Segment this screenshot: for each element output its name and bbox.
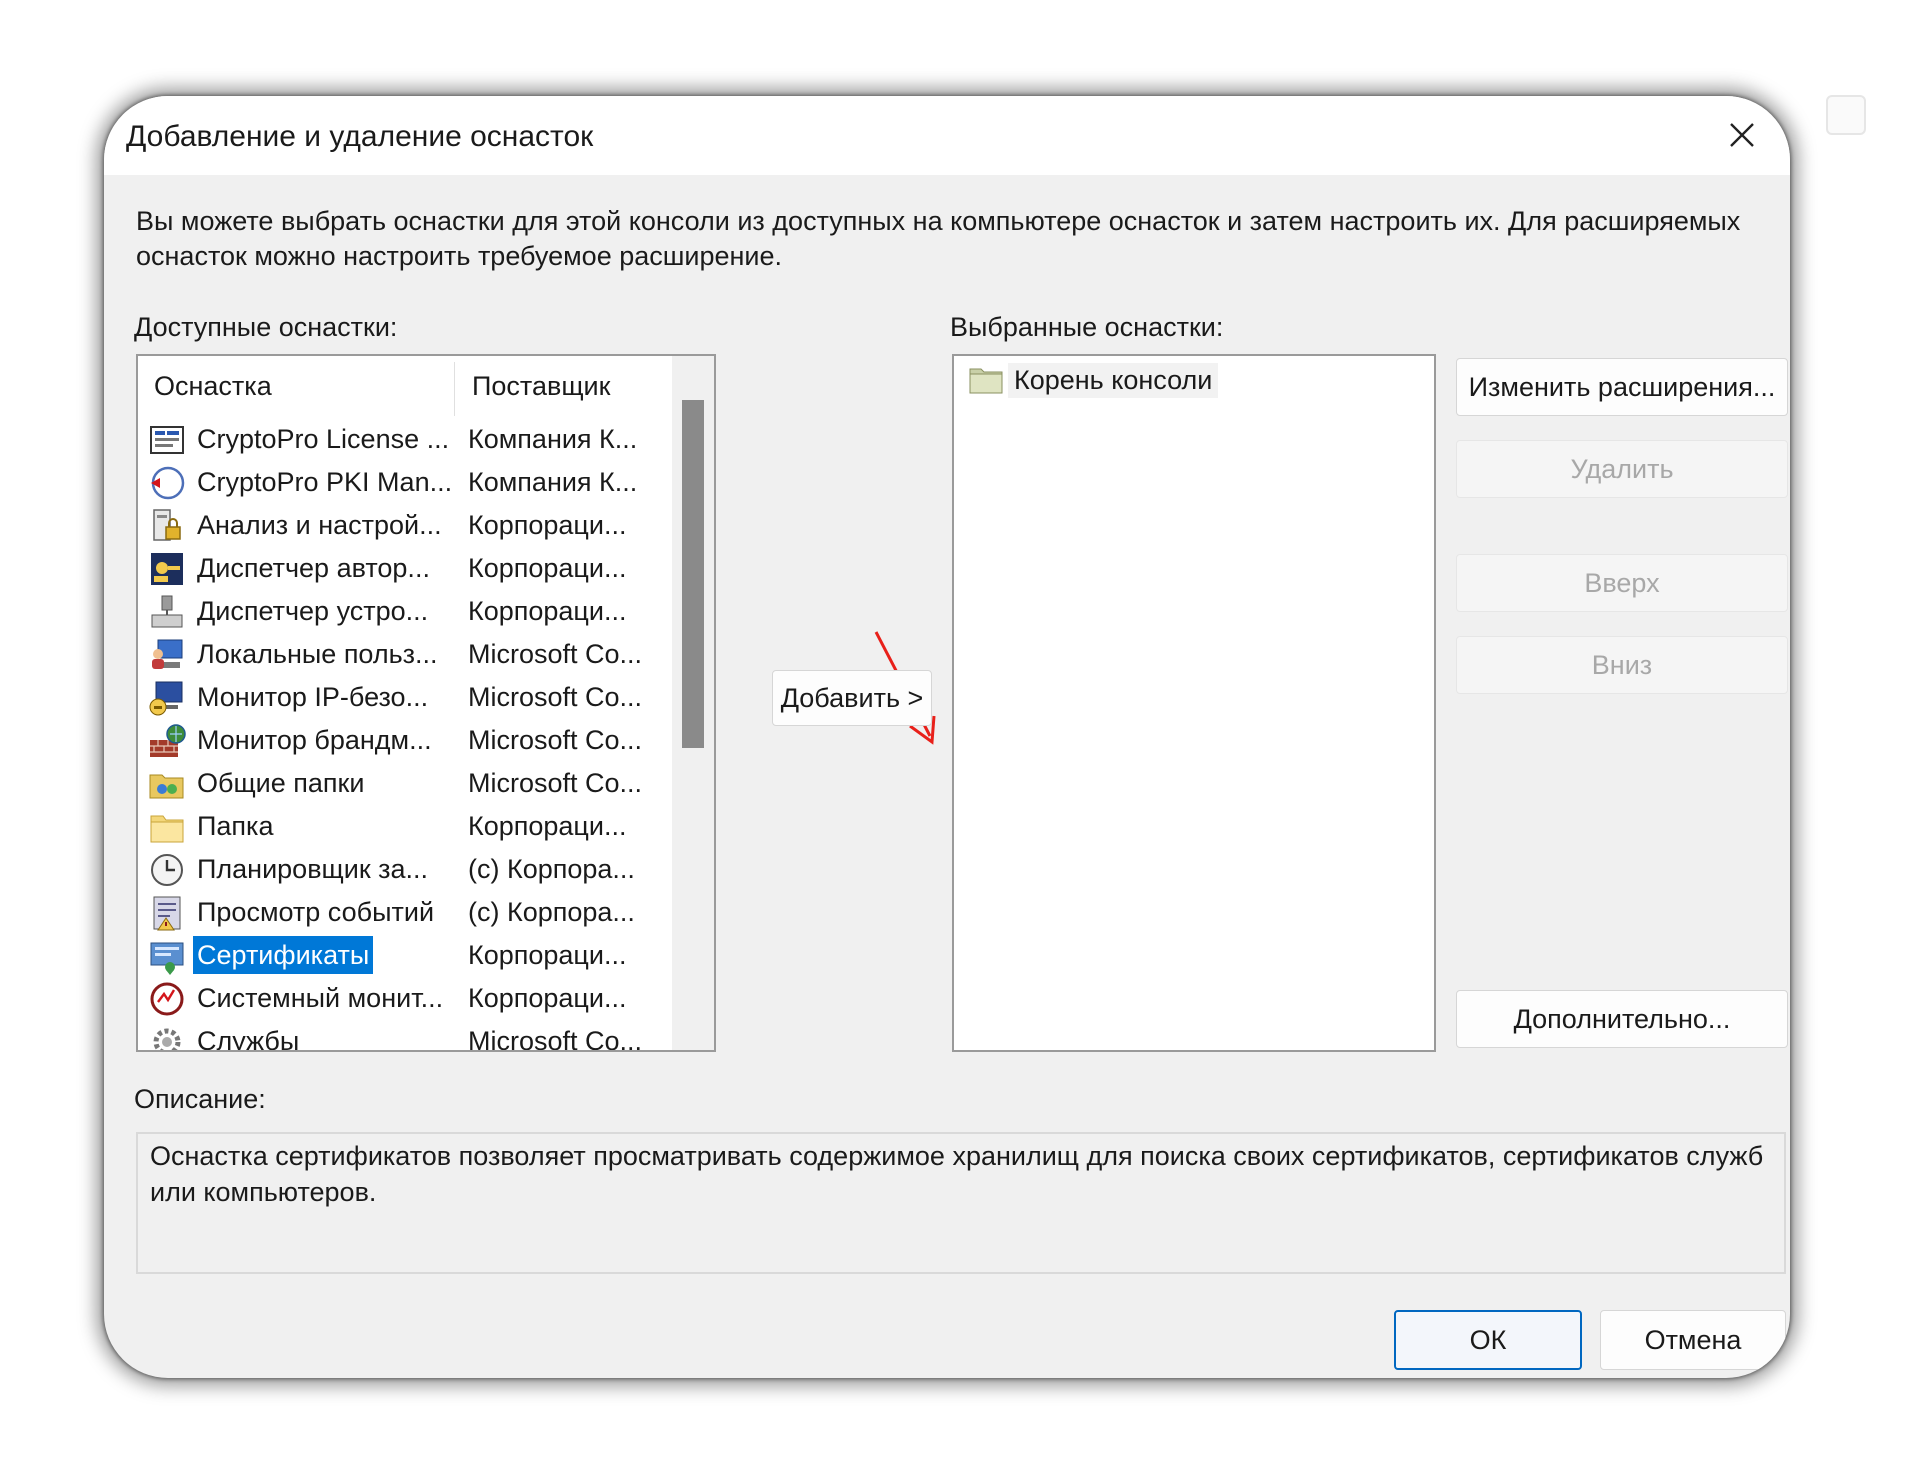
scrollbar-thumb[interactable] [682,400,704,748]
snapin-vendor: Microsoft Co... [468,639,643,669]
list-item[interactable]: Анализ и настрой... Корпораци... [138,504,658,547]
snapin-vendor: Корпораци... [468,596,627,626]
background-window-control [1826,95,1866,135]
description-text: Оснастка сертификатов позволяет просматр… [136,1132,1786,1274]
ipsec-monitor-icon [149,681,183,716]
description-label: Описание: [134,1084,266,1114]
local-users-icon [152,639,183,669]
root-item-label: Корень консоли [1008,362,1219,398]
snapin-name: Планировщик за... [197,854,429,884]
snapin-name: Папка [197,811,274,841]
device-manager-icon [151,595,183,628]
folder-icon [969,368,1003,394]
column-separator[interactable] [454,362,455,416]
selected-snapins-list[interactable]: Корень консоли [952,354,1436,1052]
snapin-name: Общие папки [197,768,365,798]
column-header-snapin[interactable]: Оснастка [138,356,456,416]
snapin-vendor: (c) Корпора... [468,854,635,884]
pki-icon [151,466,185,500]
available-snapins-list[interactable]: Оснастка Поставщик CryptoPro License ...… [136,354,716,1052]
intro-text: Вы можете выбрать оснастки для этой конс… [136,206,1741,271]
column-header-vendor[interactable]: Поставщик [456,356,676,416]
title-bar: Добавление и удаление оснасток [104,96,1790,175]
list-item[interactable]: Службы Microsoft Co... [138,1020,658,1052]
license-icon [150,426,184,454]
list-item[interactable]: Монитор IP-безо... Microsoft Co... [138,676,658,719]
list-item[interactable]: Локальные польз... Microsoft Co... [138,633,658,676]
list-item[interactable]: Корень консоли [968,360,1219,400]
close-icon [1730,123,1754,147]
vertical-scrollbar[interactable] [672,356,714,1050]
snapin-vendor: Корпораци... [468,983,627,1013]
firewall-icon [150,724,186,757]
list-item[interactable]: CryptoPro PKI Man... Компания К... [138,461,658,504]
list-item[interactable]: Папка Корпораци... [138,805,658,848]
list-item[interactable]: CryptoPro License ... Компания К... [138,418,658,461]
snapin-name: Анализ и настрой... [197,510,442,540]
snapin-vendor: Корпораци... [468,811,627,841]
add-remove-snapins-dialog: Добавление и удаление оснасток Вы можете… [104,96,1790,1378]
snapin-name: Системный монит... [197,983,444,1013]
snapin-name: Просмотр событий [197,897,435,927]
cancel-button[interactable]: Отмена [1600,1310,1786,1370]
list-item[interactable]: Общие папки Microsoft Co... [138,762,658,805]
advanced-button[interactable]: Дополнительно... [1456,990,1788,1048]
snapin-vendor: Microsoft Co... [468,1026,643,1052]
snapin-vendor: Компания К... [468,424,638,454]
list-item[interactable]: Монитор брандм... Microsoft Co... [138,719,658,762]
move-down-button[interactable]: Вниз [1456,636,1788,694]
snapin-name: Диспетчер устро... [197,596,429,626]
certificates-icon [150,942,184,975]
snapin-vendor: Корпораци... [468,553,627,583]
snapin-rows: CryptoPro License ... Компания К... Cryp… [138,418,658,1052]
add-button[interactable]: Добавить > [772,670,932,726]
snapin-name: Монитор брандм... [197,725,432,755]
selected-snapins-label: Выбранные оснастки: [950,312,1224,342]
snapin-name: CryptoPro License ... [197,424,450,454]
snapin-vendor: Microsoft Co... [468,768,643,798]
list-item[interactable]: Диспетчер автор... Корпораци... [138,547,658,590]
snapin-name: Локальные польз... [197,639,438,669]
folder-icon [150,815,184,843]
list-item[interactable]: Просмотр событий (c) Корпора... [138,891,658,934]
snapin-name: Сертификаты [193,936,374,974]
snapin-name: Службы [197,1026,300,1052]
security-config-icon [153,509,181,541]
list-item[interactable]: Диспетчер устро... Корпораци... [138,590,658,633]
snapin-vendor: Microsoft Co... [468,725,643,755]
list-item[interactable]: Планировщик за... (c) Корпора... [138,848,658,891]
system-monitor-icon [150,982,184,1016]
shared-folders-icon [149,774,184,799]
task-scheduler-icon [151,854,183,886]
edit-extensions-button[interactable]: Изменить расширения... [1456,358,1788,416]
list-item[interactable]: Системный монит... Корпораци... [138,977,658,1020]
snapin-vendor: Компания К... [468,467,638,497]
services-icon [153,1028,181,1050]
snapin-vendor: Корпораци... [468,940,627,970]
ok-button[interactable]: ОК [1394,1310,1582,1370]
move-up-button[interactable]: Вверх [1456,554,1788,612]
remove-button[interactable]: Удалить [1456,440,1788,498]
snapin-name: Монитор IP-безо... [197,682,429,712]
close-button[interactable] [1714,110,1770,160]
snapin-name: Диспетчер автор... [197,553,430,583]
list-item-selected[interactable]: Сертификаты Корпораци... [138,934,658,977]
snapin-vendor: Microsoft Co... [468,682,643,712]
authorization-icon [151,553,183,585]
event-viewer-icon [153,896,181,931]
dialog-title: Добавление и удаление оснасток [126,120,594,153]
snapin-vendor: (c) Корпора... [468,897,635,927]
snapin-name: CryptoPro PKI Man... [197,467,453,497]
snapin-vendor: Корпораци... [468,510,627,540]
available-snapins-label: Доступные оснастки: [134,312,398,342]
